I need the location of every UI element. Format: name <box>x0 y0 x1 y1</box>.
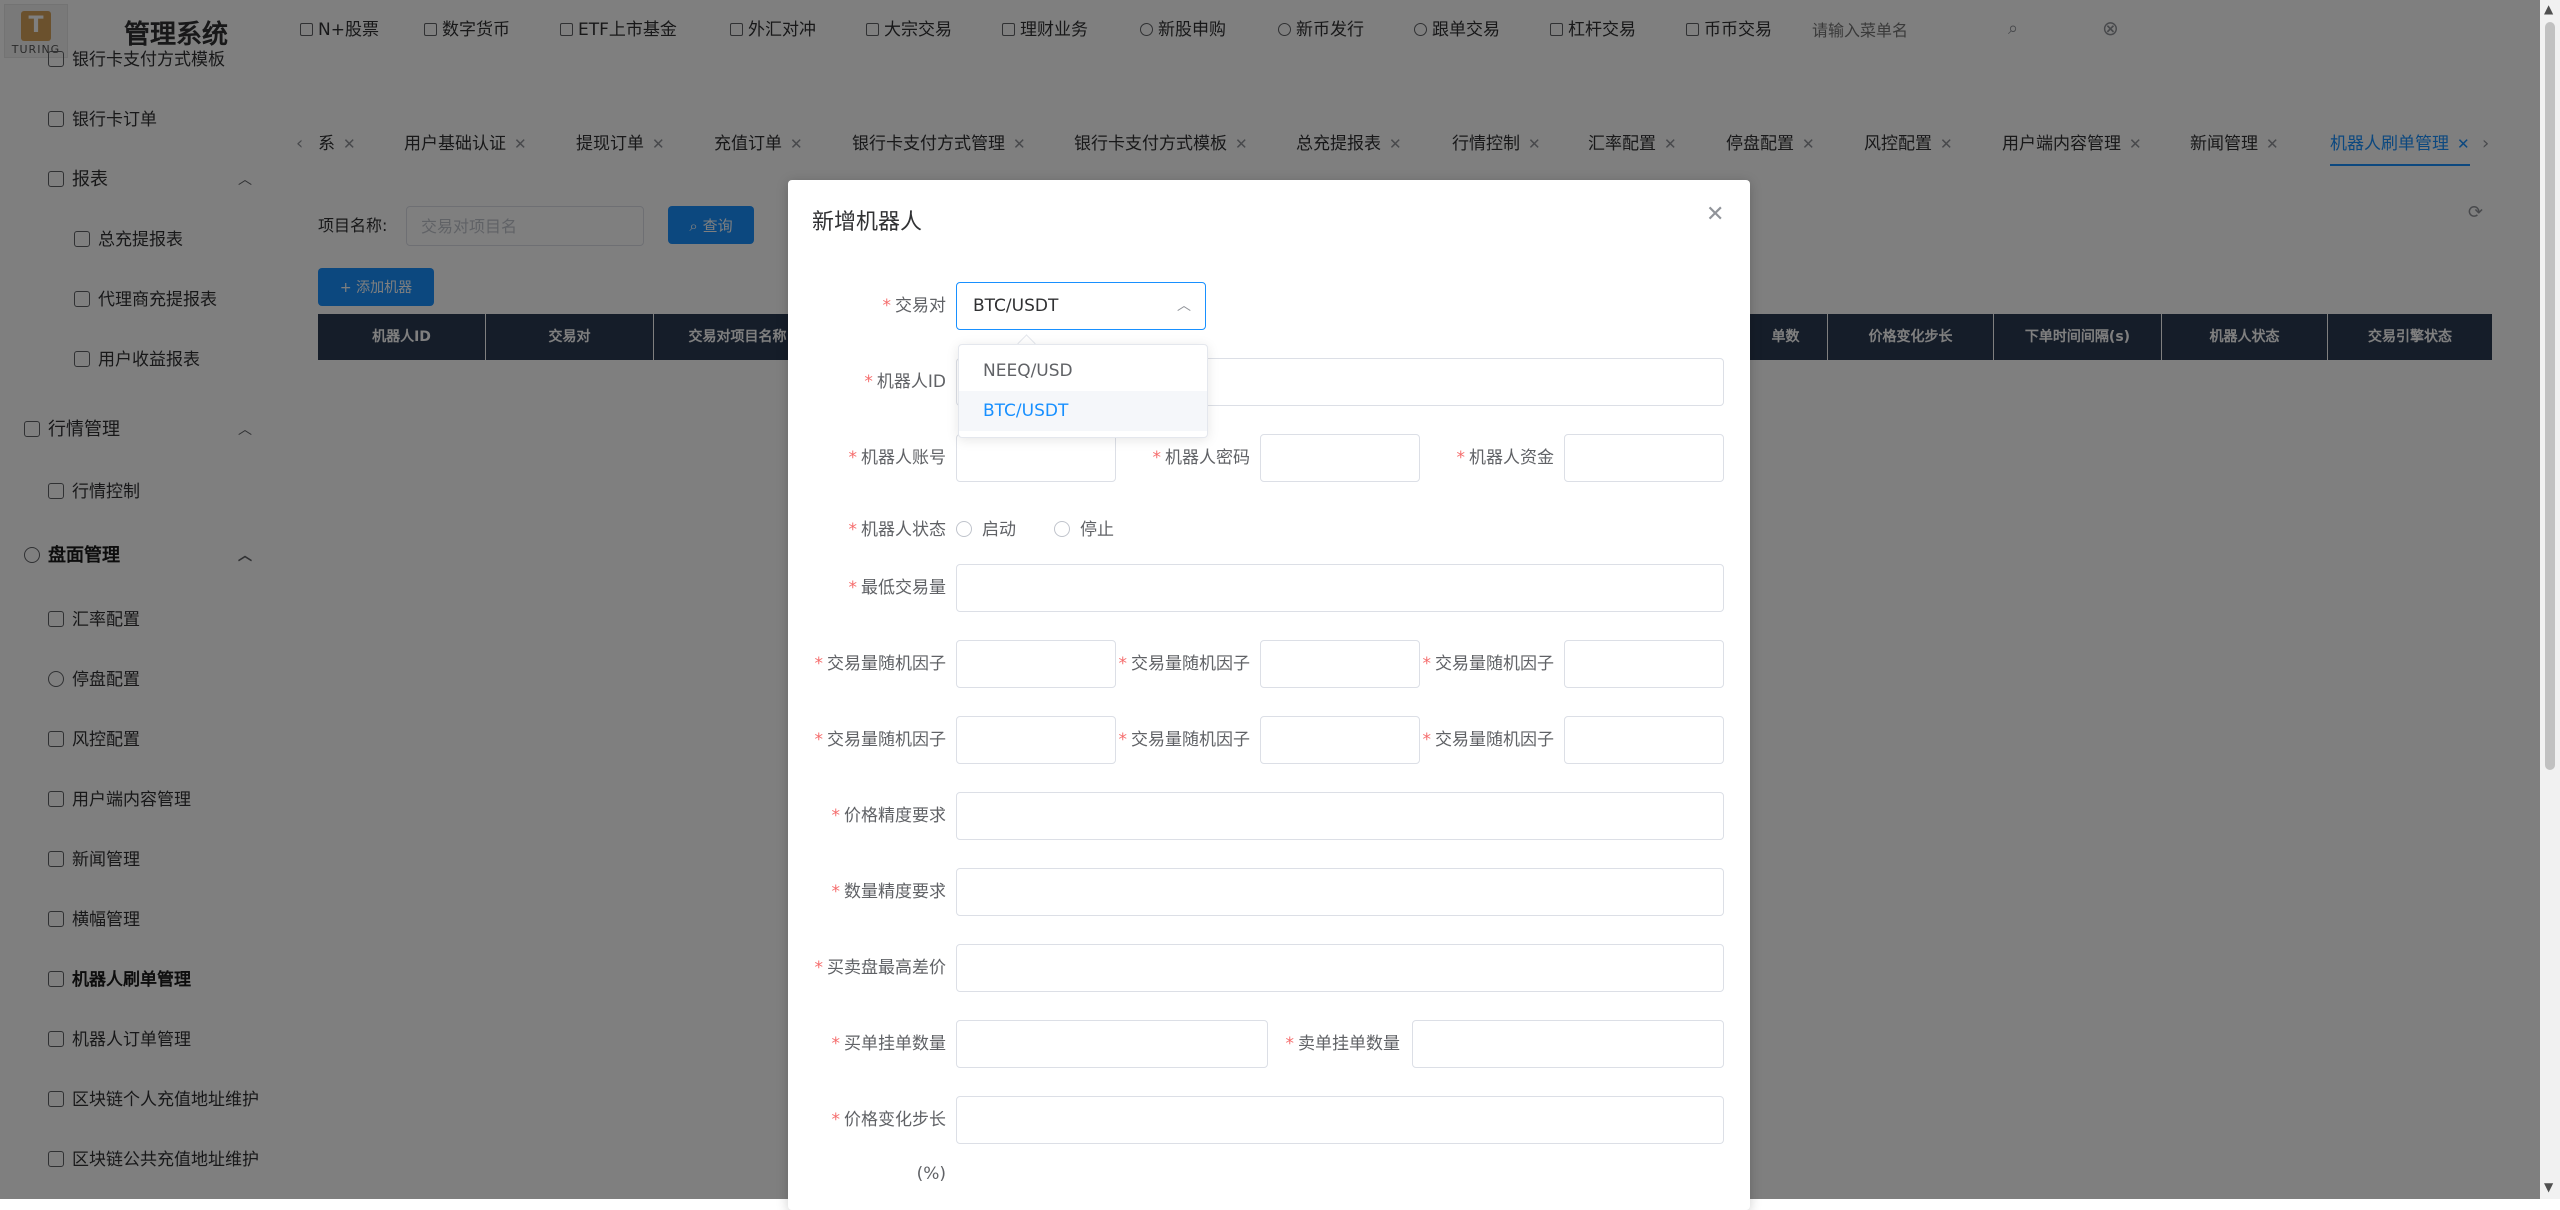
chevron-up-icon: ︿ <box>1177 298 1191 314</box>
random-factor-input[interactable] <box>1564 716 1724 764</box>
price-step-label: * 价格变化步长 <box>831 1110 947 1130</box>
radio-circle-icon <box>1054 521 1070 537</box>
status-stop-radio[interactable]: 停止 <box>1054 518 1114 542</box>
random-factor-input[interactable] <box>1260 716 1420 764</box>
buy-orders-label: * 买单挂单数量 <box>831 1034 947 1054</box>
price-precision-label: * 价格精度要求 <box>831 806 947 826</box>
qty-precision-label: * 数量精度要求 <box>831 882 947 902</box>
add-robot-dialog: 新增机器人 ✕ * 交易对 BTC/USDT ︿ * 机器人ID * 机器人账号 * 机… <box>788 180 1750 1210</box>
min-volume-label: * 最低交易量 <box>848 578 947 598</box>
pair-option-selected[interactable]: BTC/USDT <box>959 391 1207 431</box>
max-spread-input[interactable] <box>956 944 1724 992</box>
robot-id-label: * 机器人ID <box>864 372 946 392</box>
random-factor-input[interactable] <box>956 716 1116 764</box>
price-step-input[interactable] <box>956 1096 1724 1144</box>
scrollbar-thumb[interactable] <box>2545 22 2555 770</box>
price-precision-input[interactable] <box>956 792 1724 840</box>
random-factor-label: * 交易量随机因子 <box>1118 730 1251 750</box>
max-spread-label: * 买卖盘最高差价 <box>814 958 947 978</box>
dialog-title: 新增机器人 <box>812 210 923 235</box>
password-input[interactable] <box>1260 434 1420 482</box>
min-volume-input[interactable] <box>956 564 1724 612</box>
account-input[interactable] <box>956 434 1116 482</box>
price-step-unit: (%) <box>916 1164 946 1184</box>
scroll-up-icon[interactable]: ▲ <box>2544 2 2553 16</box>
qty-precision-input[interactable] <box>956 868 1724 916</box>
account-label: * 机器人账号 <box>848 448 947 468</box>
funds-label: * 机器人资金 <box>1456 448 1555 468</box>
pair-option[interactable]: NEEQ/USD <box>959 351 1207 391</box>
status-label: * 机器人状态 <box>848 520 947 540</box>
funds-input[interactable] <box>1564 434 1724 482</box>
random-factor-label: * 交易量随机因子 <box>1422 654 1555 674</box>
pair-label: * 交易对 <box>882 296 947 316</box>
buy-orders-input[interactable] <box>956 1020 1268 1068</box>
pair-dropdown: NEEQ/USD BTC/USDT <box>958 344 1208 438</box>
sell-orders-input[interactable] <box>1412 1020 1724 1068</box>
pair-select[interactable]: BTC/USDT ︿ <box>956 282 1206 330</box>
random-factor-label: * 交易量随机因子 <box>814 730 947 750</box>
random-factor-label: * 交易量随机因子 <box>1422 730 1555 750</box>
random-factor-label: * 交易量随机因子 <box>1118 654 1251 674</box>
radio-circle-icon <box>956 521 972 537</box>
scroll-down-icon[interactable]: ▼ <box>2544 1180 2553 1194</box>
password-label: * 机器人密码 <box>1152 448 1251 468</box>
random-factor-input[interactable] <box>956 640 1116 688</box>
random-factor-input[interactable] <box>1260 640 1420 688</box>
random-factor-input[interactable] <box>1564 640 1724 688</box>
status-start-radio[interactable]: 启动 <box>956 518 1016 542</box>
close-icon[interactable]: ✕ <box>1706 202 1724 227</box>
random-factor-label: * 交易量随机因子 <box>814 654 947 674</box>
sell-orders-label: * 卖单挂单数量 <box>1285 1034 1401 1054</box>
